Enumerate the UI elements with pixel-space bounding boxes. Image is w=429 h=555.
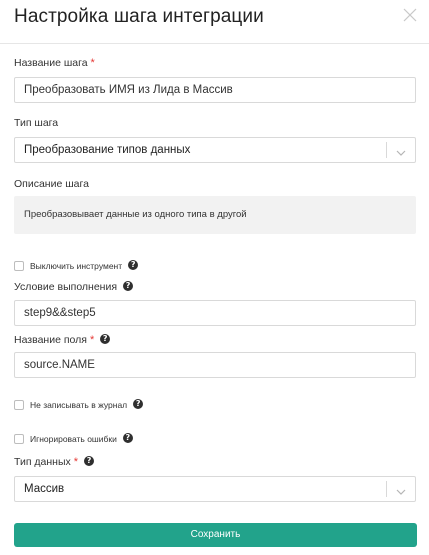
step-description-label: Описание шага — [14, 178, 89, 190]
question-icon[interactable]: ? — [122, 433, 133, 443]
step-description-text: Преобразовывает данные из одного типа в … — [14, 196, 416, 234]
step-name-label: Название шага * — [14, 57, 95, 69]
step-type-select[interactable]: Преобразование типов данных — [14, 137, 416, 163]
dialog-title: Настройка шага интеграции — [14, 6, 264, 27]
field-name-input[interactable] — [14, 352, 416, 378]
no-log-row: Не записывать в журнал ? — [14, 398, 144, 412]
question-icon[interactable]: ? — [128, 260, 139, 270]
execution-condition-input[interactable] — [14, 300, 416, 326]
data-type-select[interactable]: Массив — [14, 476, 416, 502]
execution-condition-label-text: Условие выполнения — [14, 281, 118, 293]
ignore-errors-checkbox[interactable] — [14, 434, 24, 444]
data-type-label-text: Тип данных — [14, 456, 71, 468]
step-name-label-text: Название шага — [14, 57, 88, 69]
step-type-selected-value: Преобразование типов данных — [24, 144, 191, 156]
no-log-checkbox[interactable] — [14, 400, 24, 410]
required-mark: * — [90, 57, 95, 69]
ignore-errors-row: Игнорировать ошибки ? — [14, 432, 133, 446]
field-name-label: Название поля *? — [14, 334, 111, 346]
dialog-header: Настройка шага интеграции — [0, 0, 429, 44]
save-button[interactable]: Сохранить — [14, 523, 417, 547]
question-icon[interactable]: ? — [84, 456, 95, 467]
data-type-selected-value: Массив — [24, 483, 65, 495]
select-separator — [386, 142, 387, 158]
required-mark: * — [73, 456, 79, 468]
close-icon[interactable] — [401, 6, 419, 24]
question-icon[interactable]: ? — [133, 399, 144, 409]
required-mark: * — [89, 334, 95, 346]
disable-tool-row: Выключить инструмент ? — [14, 259, 139, 273]
no-log-label: Не записывать в журнал — [30, 400, 128, 410]
ignore-errors-label: Игнорировать ошибки — [30, 434, 117, 444]
step-type-label: Тип шага — [14, 117, 59, 129]
step-name-input[interactable] — [14, 77, 416, 103]
execution-condition-label: Условие выполнения? — [14, 281, 134, 293]
chevron-down-icon[interactable] — [395, 484, 407, 495]
data-type-label: Тип данных *? — [14, 456, 95, 468]
question-icon[interactable]: ? — [123, 281, 134, 292]
disable-tool-checkbox[interactable] — [14, 261, 24, 271]
question-icon[interactable]: ? — [100, 334, 111, 345]
chevron-down-icon[interactable] — [395, 145, 407, 156]
select-separator — [386, 481, 387, 497]
field-name-label-text: Название поля — [14, 334, 87, 346]
disable-tool-label: Выключить инструмент — [30, 261, 123, 271]
